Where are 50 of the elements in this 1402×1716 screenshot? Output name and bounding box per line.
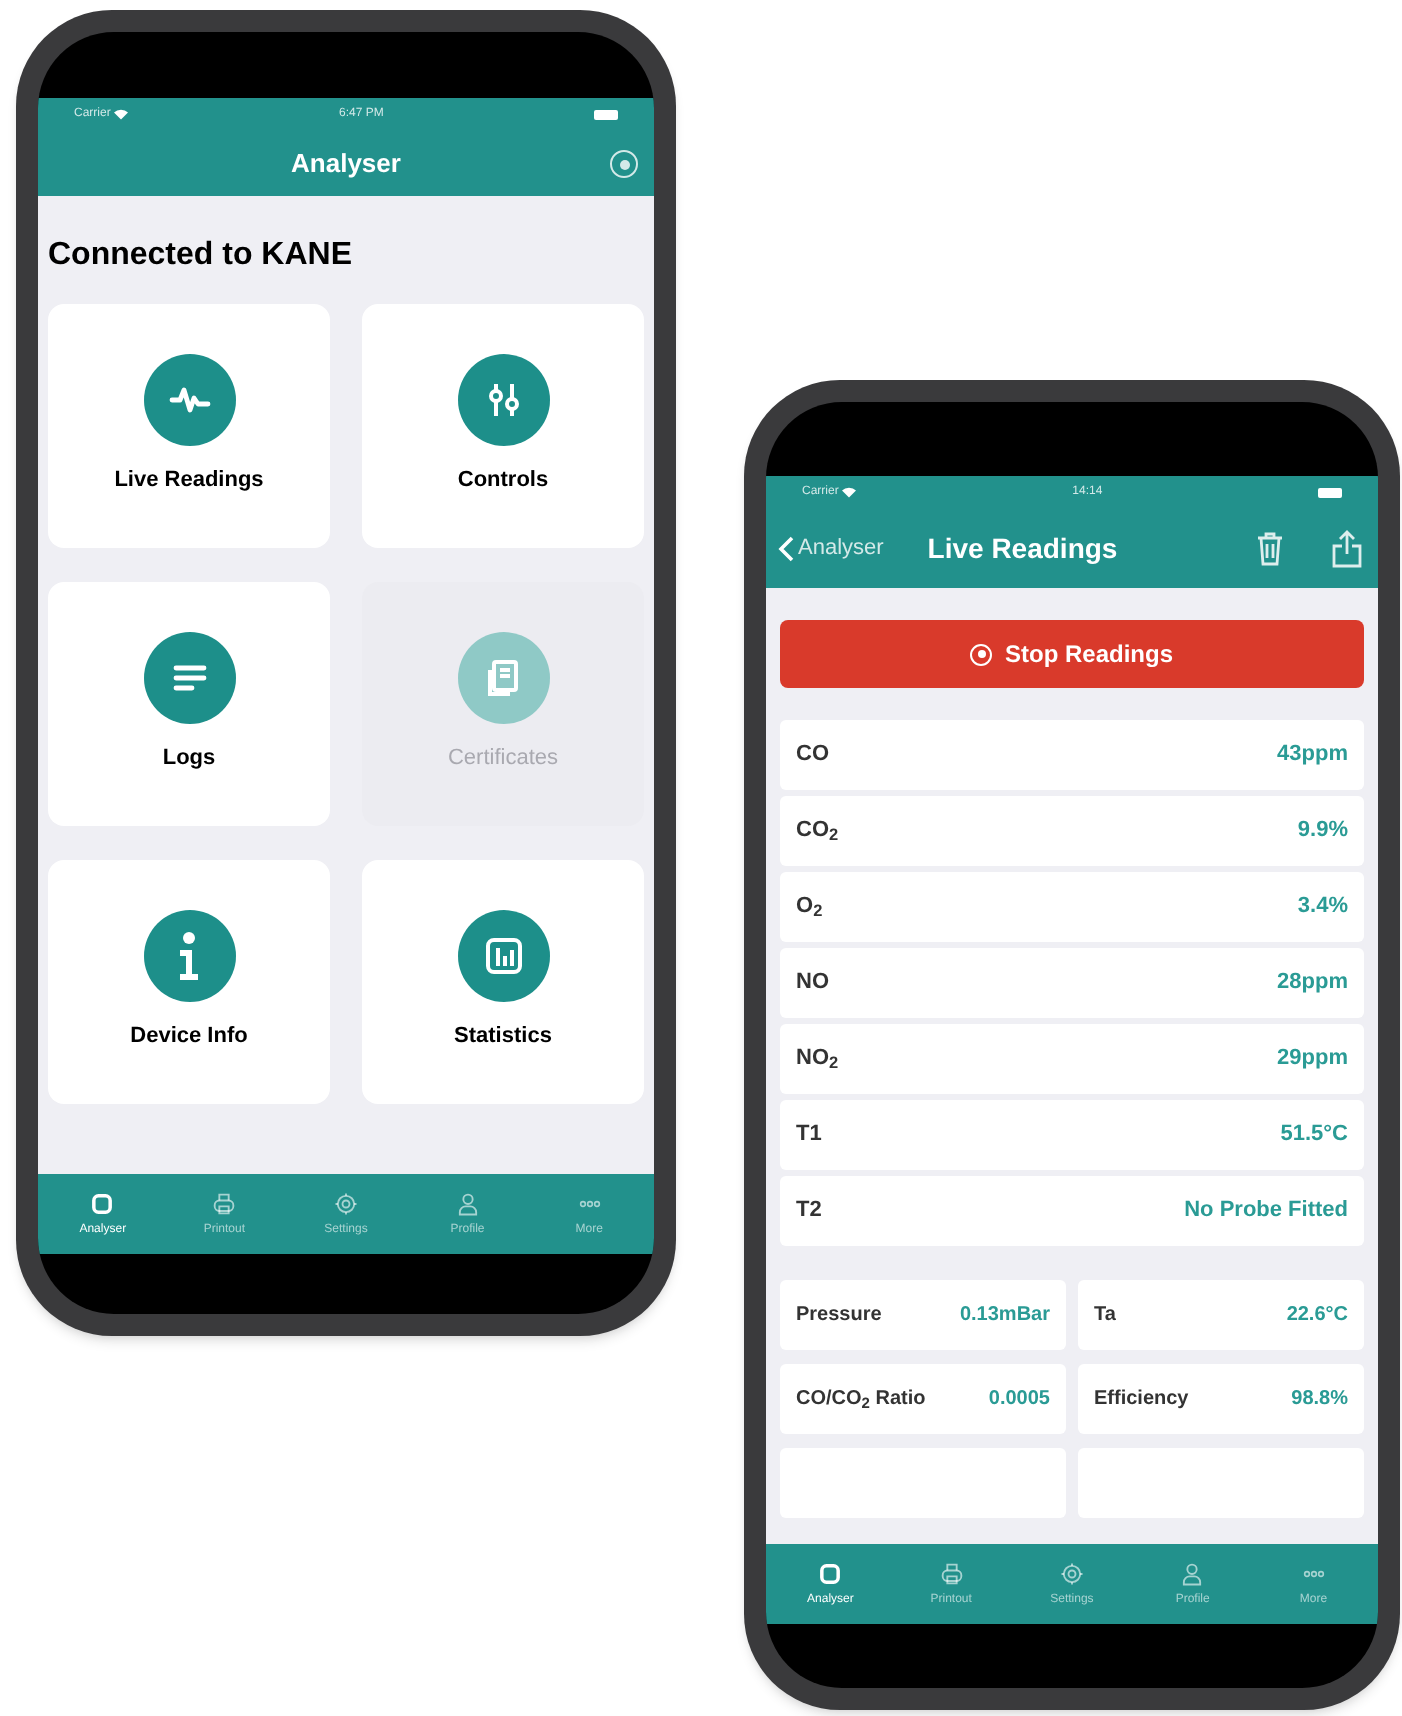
square-icon [88, 1189, 117, 1217]
close-button[interactable] [610, 150, 638, 178]
nav-title: Analyser [291, 145, 401, 182]
reading-name: T1 [796, 1120, 822, 1151]
reading-value: 9.9% [1297, 816, 1348, 847]
nav-title: Live Readings [927, 529, 1118, 568]
printer-icon [210, 1189, 239, 1217]
reading-value: No Probe Fitted [1184, 1196, 1348, 1227]
menu-tile[interactable]: Logs [48, 582, 330, 826]
reading-name: Pressure [796, 1302, 882, 1330]
reading-name: CO [796, 740, 829, 771]
stop-readings-button[interactable]: Stop Readings [780, 620, 1364, 688]
share-icon[interactable] [1332, 529, 1362, 567]
info-icon [180, 932, 198, 981]
reading-value: 0.13mBar [959, 1302, 1050, 1330]
square-icon [816, 1559, 845, 1587]
menu-tile[interactable]: Live Readings [48, 304, 330, 548]
wifi-icon [114, 108, 129, 120]
reading-name: Ta [1094, 1302, 1116, 1330]
menu-tile[interactable]: Device Info [48, 860, 330, 1104]
connection-heading: Connected to KANE [48, 236, 354, 276]
back-button[interactable]: Analyser [778, 531, 884, 565]
chevron-left-icon [778, 535, 794, 561]
reading-value: 43ppm [1277, 740, 1348, 771]
wifi-icon [842, 486, 857, 498]
reading-name: NO$_{2}$ [796, 1044, 839, 1076]
reading-name: CO/CO$_{2}$ Ratio [796, 1386, 926, 1414]
reading-name: Efficiency [1094, 1386, 1189, 1414]
printer-icon [937, 1559, 966, 1587]
reading-value: 28ppm [1277, 968, 1348, 999]
battery-icon [1317, 487, 1342, 497]
stop-icon [970, 643, 993, 665]
battery-icon [593, 109, 618, 119]
reading-value: 98.8% [1291, 1386, 1348, 1414]
menu-tile[interactable]: Controls [362, 304, 644, 548]
reading-name: NO [796, 968, 829, 999]
person-icon [453, 1189, 482, 1217]
reading-value: 51.5°C [1280, 1120, 1348, 1151]
person-icon [1178, 1559, 1207, 1587]
reading-value: 0.0005 [988, 1386, 1050, 1414]
reading-value: 22.6°C [1286, 1302, 1348, 1330]
reading-name: CO$_{2}$ [796, 816, 839, 848]
reading-name: T2 [796, 1196, 822, 1227]
settings-icon [1057, 1559, 1086, 1587]
reading-name: O$_{2}$ [796, 892, 823, 924]
reading-value: 3.4% [1297, 892, 1348, 923]
settings-icon [331, 1189, 360, 1217]
trash-icon[interactable] [1256, 530, 1284, 566]
menu-tile[interactable]: Statistics [362, 860, 644, 1104]
reading-value: 29ppm [1277, 1044, 1348, 1075]
